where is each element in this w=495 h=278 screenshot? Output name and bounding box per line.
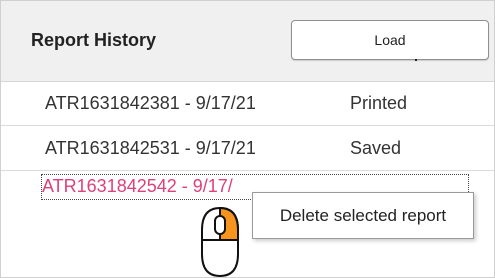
report-row[interactable]: ATR1631842381 - 9/17/21 Printed: [1, 82, 494, 126]
report-status: Saved: [350, 138, 402, 158]
load-button[interactable]: Load: [291, 20, 489, 60]
context-menu: Delete selected report: [252, 192, 474, 239]
report-name: ATR1631842381 - 9/17/21: [45, 93, 256, 113]
report-history-header: Report History Load: [1, 1, 494, 82]
report-row[interactable]: ATR1631842531 - 9/17/21 Saved: [1, 127, 494, 171]
cursor-dot: [415, 59, 417, 61]
panel-title: Report History: [31, 30, 157, 50]
report-name: ATR1631842531 - 9/17/21: [45, 138, 256, 158]
report-status: Printed: [350, 93, 408, 113]
report-name: ATR1631842542 - 9/17/: [42, 176, 233, 196]
mouse-right-click-icon: [201, 206, 239, 278]
context-menu-item-delete[interactable]: Delete selected report: [280, 206, 446, 226]
